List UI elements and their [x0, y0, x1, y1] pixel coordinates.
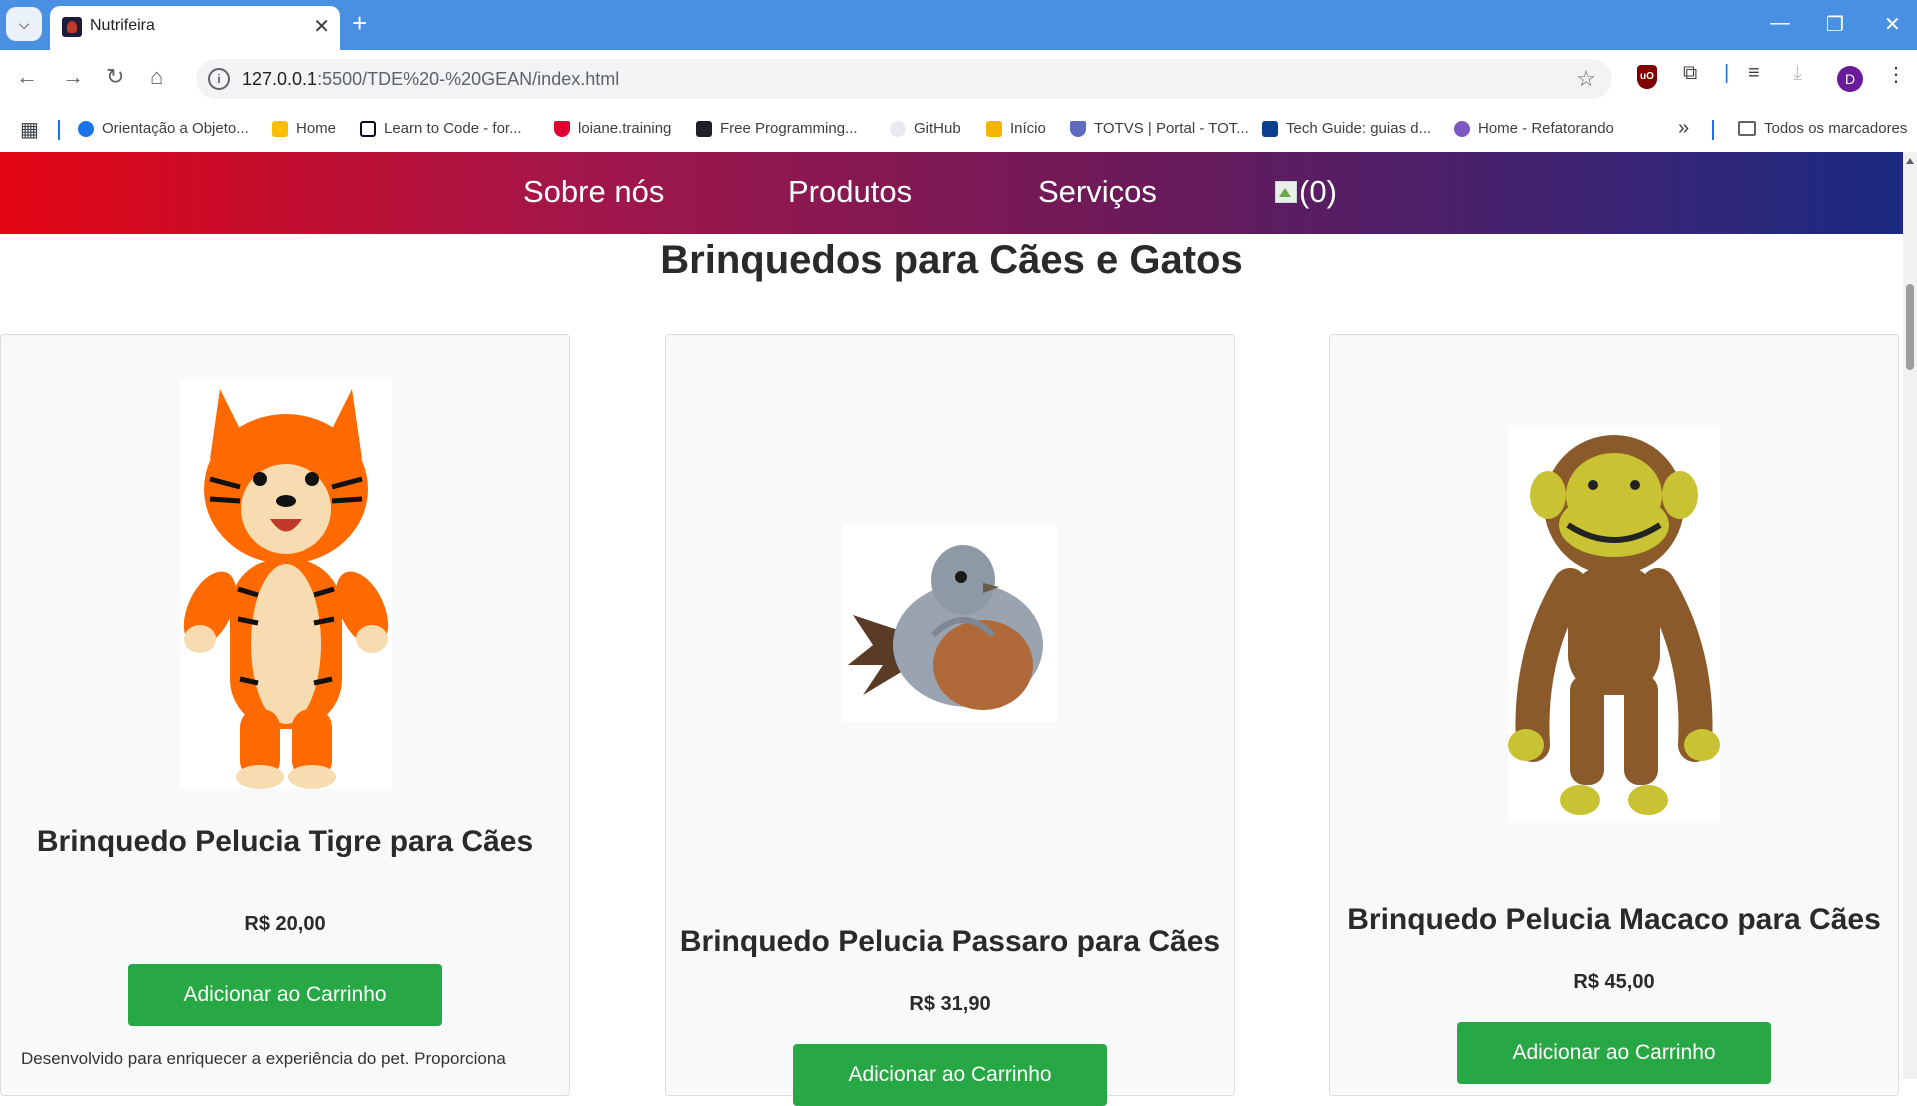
product-price: R$ 31,90	[909, 993, 991, 1015]
bookmark-item[interactable]: GitHub	[890, 120, 961, 137]
bookmark-label: Free Programming...	[720, 120, 858, 137]
restore-icon[interactable]: ❐	[1826, 12, 1844, 37]
home-icon[interactable]: ⌂	[150, 64, 163, 90]
product-description: Desenvolvido para enriquecer a experiênc…	[21, 1049, 506, 1068]
angular-icon	[554, 120, 570, 137]
bookmark-label: GitHub	[914, 120, 961, 137]
browser-tabstrip: ⌵ Nutrifeira ✕ + — ❐ ✕	[0, 0, 1917, 50]
nav-cart-link[interactable]: (0)	[1275, 174, 1337, 210]
address-bar[interactable]: i 127.0.0.1:5500/TDE%20-%20GEAN/index.ht…	[196, 59, 1612, 99]
site-navbar: Sobre nós Produtos Serviços (0)	[0, 152, 1903, 234]
bookmark-label: loiane.training	[578, 120, 672, 137]
bookmark-label: Tech Guide: guias d...	[1286, 120, 1432, 137]
c-icon	[78, 120, 94, 137]
bookmark-label: TOTVS | Portal - TOT...	[1094, 120, 1249, 137]
github-icon	[890, 120, 906, 137]
nav-link-services[interactable]: Serviços	[1038, 174, 1157, 210]
product-card: Brinquedo Pelucia Passaro para Cães R$ 3…	[665, 334, 1235, 1106]
bookmark-item[interactable]: loiane.training	[554, 120, 671, 137]
product-name: Brinquedo Pelucia Macaco para Cães	[1347, 903, 1881, 936]
apps-grid-icon[interactable]: ▦	[20, 117, 39, 142]
product-card: Brinquedo Pelucia Tigre para Cães R$ 20,…	[0, 334, 570, 1096]
bookmark-item[interactable]: TOTVS | Portal - TOT...	[1070, 120, 1249, 137]
section-title: Brinquedos para Cães e Gatos	[660, 238, 1243, 282]
toolbar-separator: |	[1724, 62, 1730, 84]
folder-icon	[1738, 121, 1756, 136]
bookmark-item[interactable]: Orientação a Objeto...	[78, 120, 249, 137]
url-path: :5500/TDE%20-%20GEAN/index.html	[317, 69, 620, 89]
extensions-puzzle-icon[interactable]: ⧉	[1683, 62, 1697, 85]
bookmark-label: Learn to Code - for...	[384, 120, 522, 137]
bookmark-item[interactable]: Home	[272, 120, 336, 137]
media-control-icon[interactable]: ≡	[1748, 62, 1760, 85]
bookmarks-bar: ▦ Orientação a Objeto... Home Learn to C…	[0, 108, 1917, 153]
bookmark-label: Orientação a Objeto...	[102, 120, 249, 137]
add-to-cart-button[interactable]: Adicionar ao Carrinho	[128, 964, 442, 1026]
product-card: Brinquedo Pelucia Macaco para Cães R$ 45…	[1329, 334, 1899, 1096]
product-image-tiger	[180, 379, 392, 789]
bookmark-item[interactable]: Free Programming...	[696, 120, 858, 137]
pinwheel-icon	[272, 120, 288, 137]
bookmark-star-icon[interactable]: ☆	[1576, 66, 1596, 92]
product-image-bird	[843, 525, 1057, 722]
broken-cart-image-icon	[1275, 181, 1297, 203]
bookmark-item[interactable]: Learn to Code - for...	[360, 120, 522, 137]
tiger-plush-icon	[183, 389, 389, 789]
new-tab-plus-icon[interactable]: +	[352, 8, 367, 38]
window-close-icon[interactable]: ✕	[1884, 12, 1901, 37]
bookmark-item[interactable]: Home - Refatorando	[1454, 120, 1614, 137]
url-host: 127.0.0.1	[242, 69, 318, 89]
site-favicon-icon	[62, 17, 82, 37]
more-bookmarks-chevron-icon[interactable]: »	[1678, 117, 1689, 140]
product-name: Brinquedo Pelucia Tigre para Cães	[36, 825, 534, 858]
scrollbar-thumb[interactable]	[1906, 284, 1914, 370]
product-price: R$ 45,00	[1573, 971, 1655, 993]
all-bookmarks-folder[interactable]: Todos os marcadores	[1738, 120, 1907, 137]
add-to-cart-button[interactable]: Adicionar ao Carrinho	[1457, 1022, 1771, 1084]
classroom-icon	[986, 120, 1002, 137]
all-bookmarks-label: Todos os marcadores	[1764, 120, 1908, 137]
nav-link-products[interactable]: Produtos	[788, 174, 912, 210]
bookmarks-separator	[1712, 120, 1714, 140]
bookmark-label: Início	[1010, 120, 1046, 137]
page-scrollbar[interactable]	[1903, 152, 1917, 1079]
shield-icon	[1070, 120, 1086, 137]
minimize-icon[interactable]: —	[1770, 12, 1790, 35]
cart-count: (0)	[1299, 174, 1337, 209]
download-icon[interactable]: ⤓	[1793, 62, 1802, 85]
nav-link-about[interactable]: Sobre nós	[523, 174, 664, 210]
chevron-down-icon: ⌵	[18, 15, 30, 32]
bookmark-label: Home - Refatorando	[1478, 120, 1614, 137]
reload-icon[interactable]: ↻	[106, 64, 124, 90]
tab-search-button[interactable]: ⌵	[6, 7, 42, 41]
tab-title: Nutrifeira	[90, 17, 155, 34]
refatorando-icon	[1454, 120, 1470, 137]
bird-plush-icon	[848, 545, 1043, 710]
site-info-icon[interactable]: i	[208, 68, 230, 90]
bookmark-label: Home	[296, 120, 337, 137]
url-text: 127.0.0.1:5500/TDE%20-%20GEAN/index.html	[242, 69, 619, 90]
product-price: R$ 20,00	[244, 913, 326, 935]
monkey-plush-icon	[1508, 435, 1720, 815]
close-icon[interactable]: ✕	[313, 14, 330, 39]
add-to-cart-button[interactable]: Adicionar ao Carrinho	[793, 1044, 1107, 1106]
bookmark-item[interactable]: Início	[986, 120, 1046, 137]
freecodecamp-icon	[360, 120, 376, 137]
profile-avatar[interactable]: D	[1837, 66, 1863, 92]
product-image-monkey	[1508, 425, 1720, 823]
ublock-extension-icon[interactable]: uO	[1637, 65, 1657, 89]
bookmark-item[interactable]: Tech Guide: guias d...	[1262, 120, 1431, 137]
scroll-up-arrow-icon[interactable]	[1906, 158, 1914, 164]
book-icon	[696, 120, 712, 137]
forward-arrow-icon[interactable]: →	[62, 64, 84, 90]
browser-toolbar: ← → ↻ ⌂ i 127.0.0.1:5500/TDE%20-%20GEAN/…	[0, 50, 1917, 108]
browser-tab[interactable]: Nutrifeira ✕	[50, 6, 340, 50]
t-icon	[1262, 120, 1278, 137]
menu-kebab-icon[interactable]: ⋮	[1886, 62, 1906, 87]
product-name: Brinquedo Pelucia Passaro para Cães	[679, 925, 1221, 958]
bookmarks-separator	[58, 120, 60, 140]
back-arrow-icon[interactable]: ←	[16, 64, 38, 90]
